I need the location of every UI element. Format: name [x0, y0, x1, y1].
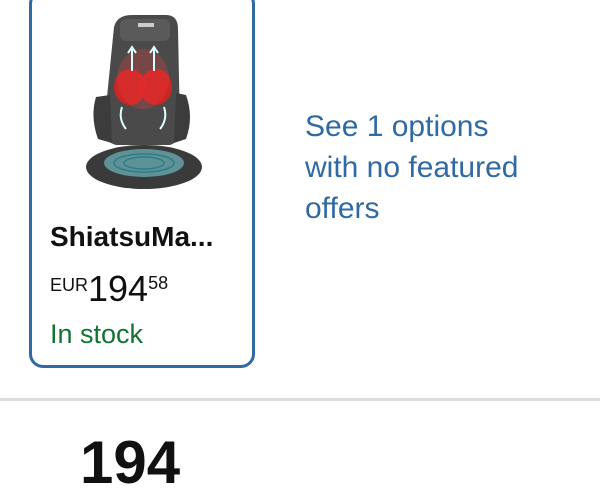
- product-card[interactable]: ShiatsuMa... EUR19458 In stock: [29, 0, 255, 368]
- price-currency: EUR: [50, 275, 89, 295]
- next-section-partial-text: 194: [80, 429, 181, 496]
- massage-seat-cushion-image: [86, 15, 202, 189]
- see-options-link[interactable]: See 1 options with no featured offers: [305, 106, 545, 229]
- stock-status: In stock: [50, 319, 144, 349]
- price-fraction: 58: [148, 273, 169, 293]
- price-whole: 194: [88, 268, 149, 309]
- product-price: EUR19458: [50, 271, 168, 307]
- section-divider: [0, 398, 600, 401]
- product-title[interactable]: ShiatsuMa...: [50, 221, 240, 253]
